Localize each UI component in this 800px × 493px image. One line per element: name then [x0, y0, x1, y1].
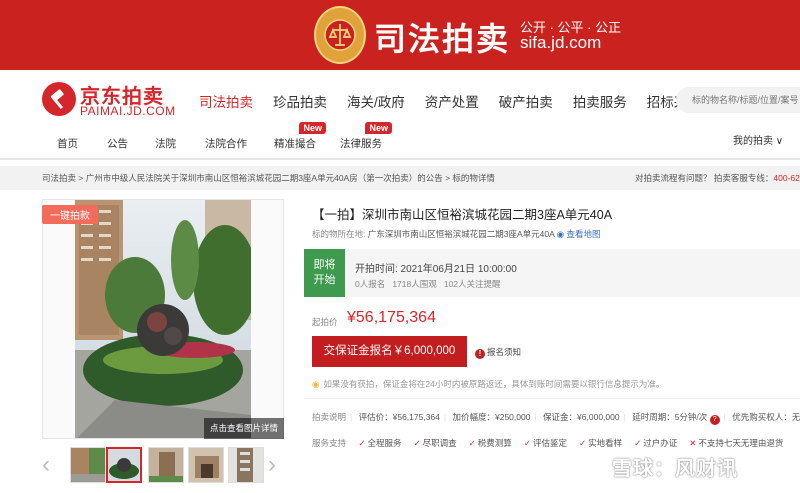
nav-item-3[interactable]: 资产处置 — [425, 91, 479, 111]
jd-auction-logo[interactable]: 京东拍卖 PAIMAI.JD.COM — [42, 80, 192, 120]
service-item: ✓ 实地看样 — [578, 438, 623, 448]
help-link[interactable]: 对拍卖流程有问题？ — [635, 173, 712, 183]
help-icon[interactable]: ? — [709, 415, 720, 425]
follower-count: 102人关注提醒 — [443, 279, 501, 289]
breadcrumb-separator: > — [442, 173, 453, 183]
thumbnail[interactable] — [148, 447, 184, 483]
logo-text-en: PAIMAI.JD.COM — [80, 104, 176, 118]
banner-domain: sifa.jd.com — [520, 33, 602, 52]
check-icon: ✓ — [523, 438, 531, 448]
service-item: ✓ 税费测算 — [468, 438, 512, 448]
service-item: ✕ 不支持七天无理由退货 — [689, 438, 784, 448]
check-icon: ✓ — [634, 438, 642, 448]
hotline-label: 拍卖客服专线： — [713, 173, 774, 183]
watermark: 雪球：风财讯 — [612, 458, 738, 480]
chevron-left-icon[interactable]: ‹ — [42, 451, 50, 479]
breadcrumb-item[interactable]: 广州市中级人民法院关于深圳市南山区恒裕滨城花园二期3座A单元40A房（第一次拍卖… — [86, 173, 443, 183]
top-banner: 司法拍卖 公开 · 公平 · 公正 sifa.jd.com — [0, 0, 800, 70]
map-pin-icon: ◉ — [556, 229, 565, 239]
item-location: 标的物所在地: 广东深圳市南山区恒裕滨城花园二期3座A单元40A ◉ 查看地图 — [312, 228, 601, 240]
nav-item-4[interactable]: 破产拍卖 — [499, 91, 553, 111]
court-emblem-icon — [314, 6, 366, 64]
nav-item-2[interactable]: 海关/政府 — [347, 91, 405, 111]
nav-item-5[interactable]: 拍卖服务 — [573, 91, 627, 111]
thumbnail[interactable] — [228, 447, 264, 483]
pay-deposit-register-button[interactable]: 交保证金报名￥6,000,000 — [312, 336, 467, 367]
my-auction-dropdown[interactable]: 我的拍卖 ∨ — [733, 132, 783, 147]
banner-title: 司法拍卖 — [374, 21, 511, 57]
check-icon: ✓ — [578, 438, 587, 448]
priority-buyer: 优先购买权人：无 — [732, 412, 800, 422]
location-address: 广东深圳市南山区恒裕滨城花园二期3座A单元40A — [367, 229, 555, 239]
one-click-badge[interactable]: 一键拍款 — [42, 205, 98, 224]
auction-stats: 0人报名 1718人围观 102人关注提醒 — [355, 278, 501, 290]
nav-item-0[interactable]: 司法拍卖 — [199, 91, 253, 111]
subnav-item-2[interactable]: 法院 — [155, 136, 176, 151]
delay-period: 延时周期：5分钟/次 — [632, 412, 708, 422]
main-photo[interactable] — [42, 199, 284, 439]
property-photo — [75, 200, 251, 438]
chevron-right-icon[interactable]: › — [268, 451, 276, 479]
breadcrumb: 司法拍卖 > 广州市中级人民法院关于深圳市南山区恒裕滨城花园二期3座A单元40A… — [0, 166, 800, 190]
start-price: ¥56,175,364 — [347, 309, 436, 326]
service-support: 服务支持 ✓ 全程服务 ✓ 尽职调查 ✓ 税费测算 ✓ 评估鉴定 ✓ 实地看样 ✓ 过户办证 ✕ 不支持七… — [312, 437, 795, 449]
gavel-icon — [42, 82, 76, 116]
subnav-item-4[interactable]: 精准撮合 New — [274, 122, 326, 151]
view-count: 1718人围观 — [392, 279, 437, 289]
registration-notice-link[interactable]: ! 报名须知 — [475, 346, 521, 359]
view-map-link[interactable]: 查看地图 — [566, 229, 600, 239]
breadcrumb-item[interactable]: 司法拍卖 — [42, 173, 76, 183]
divider — [304, 398, 800, 399]
deposit-amount: 保证金：¥6,000,000 — [543, 412, 620, 422]
auction-status-panel: 即将 开始 开拍时间: 2021年06月21日 10:00:00 0人报名 17… — [304, 249, 800, 297]
location-label: 标的物所在地: — [312, 229, 366, 239]
params-label: 拍卖说明 — [312, 412, 347, 422]
cross-icon: ✕ — [689, 438, 697, 448]
subnav-item-1[interactable]: 公告 — [107, 136, 128, 151]
main-menu: 司法拍卖 珍品拍卖 海关/政府 资产处置 破产拍卖 拍卖服务 招标采购 — [199, 91, 721, 111]
bid-increment: 加价幅度：¥250,000 — [452, 412, 531, 422]
service-item: ✓ 过户办证 — [634, 438, 678, 448]
start-time: 开拍时间: 2021年06月21日 10:00:00 — [355, 264, 517, 275]
thumbnail[interactable] — [188, 447, 224, 483]
start-price-label: 起拍价 — [312, 317, 338, 327]
service-item: ✓ 尽职调查 — [413, 438, 457, 448]
breadcrumb-separator: > — [76, 173, 86, 183]
thumbnail-active[interactable] — [106, 447, 142, 483]
check-icon: ✓ — [358, 438, 366, 448]
check-icon: ✓ — [413, 438, 421, 448]
status-badge: 即将 开始 — [304, 249, 345, 297]
subnav-item-5[interactable]: 法律服务 New — [340, 122, 392, 151]
thumbnail[interactable] — [70, 447, 106, 483]
item-title: 【一拍】深圳市南山区恒裕滨城花园二期3座A单元40A — [312, 208, 613, 222]
auction-params: 拍卖说明 | 评估价：¥56,175,364 | 加价幅度：¥250,000 | 保证… — [312, 412, 800, 425]
check-icon: ✓ — [468, 438, 476, 448]
view-photo-detail-button[interactable]: 点击查看图片详情 — [204, 418, 284, 439]
hotline-number: 400-622- — [773, 173, 800, 183]
deposit-refund-hint: ◉ 如果没有获拍，保证金将在24小时内被原路返还，具体到账时间需要以银行信息提示为… — [312, 379, 665, 389]
service-item: ✓ 全程服务 — [358, 438, 402, 448]
subnav-item-0[interactable]: 首页 — [57, 136, 78, 151]
lightbulb-icon: ◉ — [312, 379, 320, 389]
nav-item-1[interactable]: 珍品拍卖 — [273, 91, 327, 111]
service-item: ✓ 评估鉴定 — [523, 438, 567, 448]
exclamation-icon: ! — [475, 349, 485, 359]
help-hotline: 对拍卖流程有问题？ 拍卖客服专线：400-622- — [635, 166, 800, 190]
breadcrumb-item: 标的物详情 — [452, 173, 495, 183]
thumbnail-strip: ‹ › — [42, 447, 284, 483]
subnav-item-3[interactable]: 法院合作 — [205, 136, 247, 151]
main-nav: 京东拍卖 PAIMAI.JD.COM 司法拍卖 珍品拍卖 海关/政府 资产处置 破产拍卖… — [0, 70, 800, 160]
new-badge: New — [365, 122, 392, 134]
appraisal-value: 评估价：¥56,175,364 — [358, 412, 440, 422]
services-label: 服务支持 — [312, 438, 347, 448]
search-input[interactable] — [676, 87, 800, 113]
signup-count: 0人报名 — [355, 279, 386, 289]
new-badge: New — [299, 122, 326, 134]
